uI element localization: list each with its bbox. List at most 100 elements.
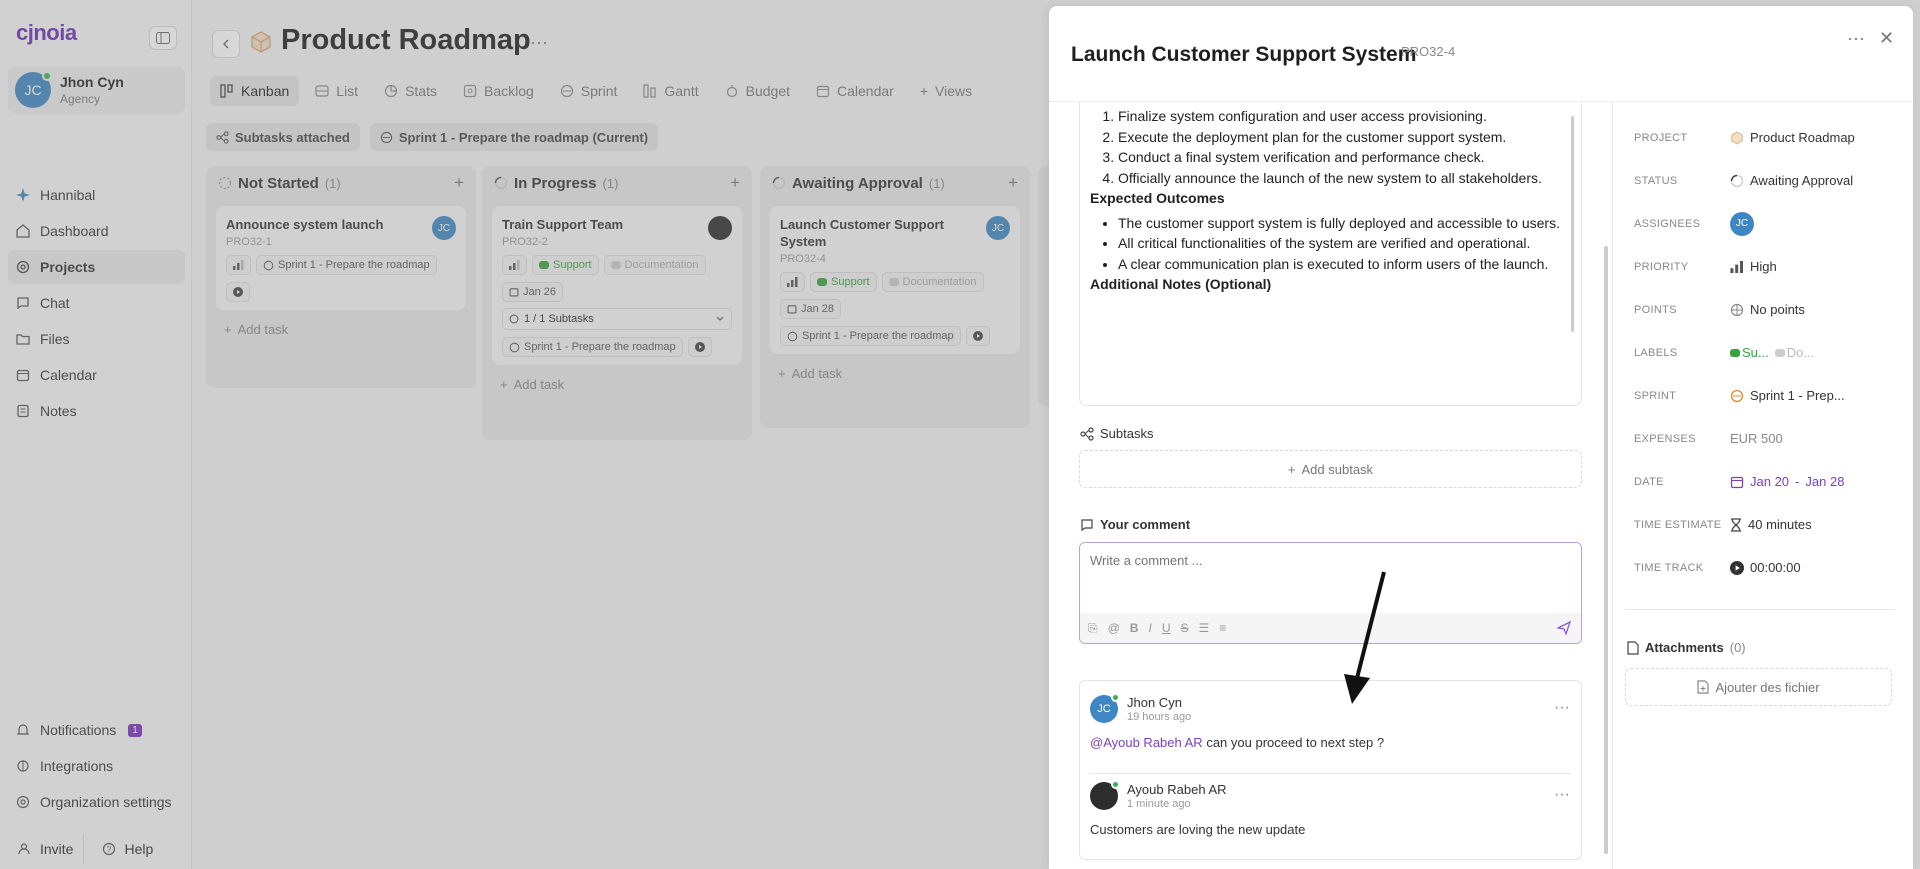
comment-more-button[interactable]: ··· — [1554, 699, 1570, 717]
bullet-list-icon[interactable]: ☰ — [1199, 621, 1210, 635]
mention-link[interactable]: @Ayoub Rabeh AR — [1090, 735, 1203, 750]
prop-label: PRIORITY — [1634, 260, 1689, 273]
project-name: Product Roadmap — [1750, 130, 1855, 145]
prop-points[interactable]: POINTS No points — [1634, 288, 1894, 331]
steps-list: Finalize system configuration and user a… — [1090, 106, 1571, 188]
prop-labels[interactable]: LABELS Su... Do... — [1634, 331, 1894, 374]
priority-bars-icon — [1730, 260, 1743, 273]
points-icon — [1730, 303, 1744, 316]
prop-value: Jan 20- Jan 28 — [1730, 474, 1844, 489]
prop-priority[interactable]: PRIORITY High — [1634, 245, 1894, 288]
sprint-value: Sprint 1 - Prep... — [1750, 388, 1845, 403]
task-detail-drawer: Launch Customer Support System PRO32-4 ·… — [1049, 6, 1913, 869]
prop-value: JC — [1730, 211, 1754, 236]
notes-heading: Additional Notes (Optional) — [1090, 276, 1272, 292]
file-icon — [1627, 640, 1639, 655]
task-description[interactable]: Finalize system configuration and user a… — [1079, 102, 1582, 406]
prop-label: PROJECT — [1634, 131, 1688, 144]
comment-more-button[interactable]: ··· — [1554, 786, 1570, 804]
avatar-initials: JC — [1097, 703, 1111, 715]
end-date: Jan 28 — [1805, 474, 1845, 489]
drawer-scrollbar[interactable] — [1604, 246, 1608, 854]
bold-icon[interactable]: B — [1130, 621, 1139, 635]
description-scrollbar[interactable] — [1571, 116, 1574, 332]
step-item: Finalize system configuration and user a… — [1118, 106, 1571, 127]
comment-avatar[interactable]: JC — [1090, 693, 1120, 723]
task-id: PRO32-4 — [1401, 44, 1456, 59]
comment-editor: ⎘ @ B I U S ☰ ≡ — [1079, 542, 1582, 644]
comment-thread: JC Jhon Cyn 19 hours ago ··· @Ayoub Rabe… — [1079, 680, 1582, 860]
comment-input[interactable] — [1080, 543, 1581, 603]
outcome-item: A clear communication plan is executed t… — [1118, 254, 1571, 275]
underline-icon[interactable]: U — [1162, 621, 1171, 635]
prop-status[interactable]: STATUS Awaiting Approval — [1634, 159, 1894, 202]
comment-time: 1 minute ago — [1127, 798, 1191, 810]
subtasks-label: Subtasks — [1100, 426, 1154, 441]
add-attachment-button[interactable]: Ajouter des fichier — [1625, 668, 1892, 706]
prop-value: Product Roadmap — [1730, 130, 1855, 145]
status-value: Awaiting Approval — [1750, 173, 1854, 188]
prop-label: DATE — [1634, 475, 1664, 488]
prop-project[interactable]: PROJECT Product Roadmap — [1634, 116, 1894, 159]
annotation-arrow-icon — [1344, 571, 1386, 704]
prop-label: POINTS — [1634, 303, 1677, 316]
cube-icon — [1731, 131, 1743, 144]
comment-divider — [1090, 773, 1571, 774]
comment-label: Your comment — [1100, 517, 1191, 532]
prop-value: 00:00:00 — [1730, 560, 1801, 575]
attachments-header: Attachments (0) — [1627, 640, 1746, 655]
play-icon[interactable] — [1730, 560, 1744, 575]
prop-label: STATUS — [1634, 174, 1678, 187]
comment-avatar[interactable] — [1090, 780, 1120, 810]
prop-time-track[interactable]: TIME TRACK 00:00:00 — [1634, 546, 1894, 589]
add-subtask-button[interactable]: + Add subtask — [1079, 450, 1582, 488]
comment-icon — [1081, 518, 1093, 531]
task-more-button[interactable]: ··· — [1847, 28, 1865, 49]
label-support: Su... — [1742, 345, 1769, 360]
calendar-icon — [1730, 476, 1744, 488]
online-indicator — [1111, 693, 1120, 702]
outcomes-list: The customer support system is fully dep… — [1090, 213, 1571, 275]
online-indicator — [1111, 780, 1120, 789]
attach-button-label: Ajouter des fichier — [1715, 679, 1820, 695]
add-subtask-label: Add subtask — [1301, 461, 1374, 477]
sprint-icon — [1730, 389, 1744, 402]
status-progress-icon — [1730, 174, 1744, 187]
task-properties: PROJECT Product Roadmap STATUS Awaiting … — [1634, 116, 1894, 589]
prop-label: LABELS — [1634, 346, 1678, 359]
app-root: cjnoia JC Jhon Cyn Agency Hannibal Dashb… — [0, 0, 1920, 869]
mention-icon[interactable]: @ — [1108, 621, 1120, 635]
prop-value: High — [1730, 259, 1777, 274]
assignee-avatar[interactable]: JC — [1730, 211, 1754, 236]
close-icon[interactable]: ✕ — [1879, 28, 1894, 49]
prop-assignees[interactable]: ASSIGNEES JC — [1634, 202, 1894, 245]
comment-text: Customers are loving the new update — [1090, 822, 1306, 837]
estimate-value: 40 minutes — [1748, 517, 1812, 532]
comment-text: @Ayoub Rabeh AR can you proceed to next … — [1090, 735, 1570, 750]
step-item: Officially announce the launch of the ne… — [1118, 168, 1571, 189]
attach-icon[interactable]: ⎘ — [1088, 621, 1098, 636]
prop-expenses[interactable]: EXPENSES EUR 500 — [1634, 417, 1894, 460]
comment-time: 19 hours ago — [1127, 711, 1192, 723]
task-title[interactable]: Launch Customer Support System — [1071, 43, 1416, 67]
prop-label: EXPENSES — [1634, 432, 1696, 445]
subtasks-section-label: Subtasks — [1080, 426, 1153, 441]
italic-icon[interactable]: I — [1148, 621, 1151, 635]
prop-value: Su... Do... — [1730, 345, 1814, 360]
numbered-list-icon[interactable]: ≡ — [1219, 621, 1226, 635]
time-track-value: 00:00:00 — [1750, 560, 1801, 575]
send-icon[interactable] — [1557, 621, 1571, 635]
attachments-count: (0) — [1729, 640, 1746, 655]
prop-time-estimate[interactable]: TIME ESTIMATE 40 minutes — [1634, 503, 1894, 546]
attachments-divider — [1625, 609, 1894, 610]
prop-sprint[interactable]: SPRINT Sprint 1 - Prep... — [1634, 374, 1894, 417]
subtasks-icon — [1080, 426, 1094, 441]
prop-value: No points — [1730, 302, 1805, 317]
prop-label: TIME ESTIMATE — [1634, 518, 1722, 531]
prop-date[interactable]: DATE Jan 20- Jan 28 — [1634, 460, 1894, 503]
tag-icon — [1774, 348, 1785, 357]
attachments-label: Attachments — [1645, 640, 1724, 655]
outcome-item: All critical functionalities of the syst… — [1118, 233, 1571, 254]
strikethrough-icon[interactable]: S — [1180, 621, 1188, 635]
properties-divider — [1612, 102, 1613, 869]
